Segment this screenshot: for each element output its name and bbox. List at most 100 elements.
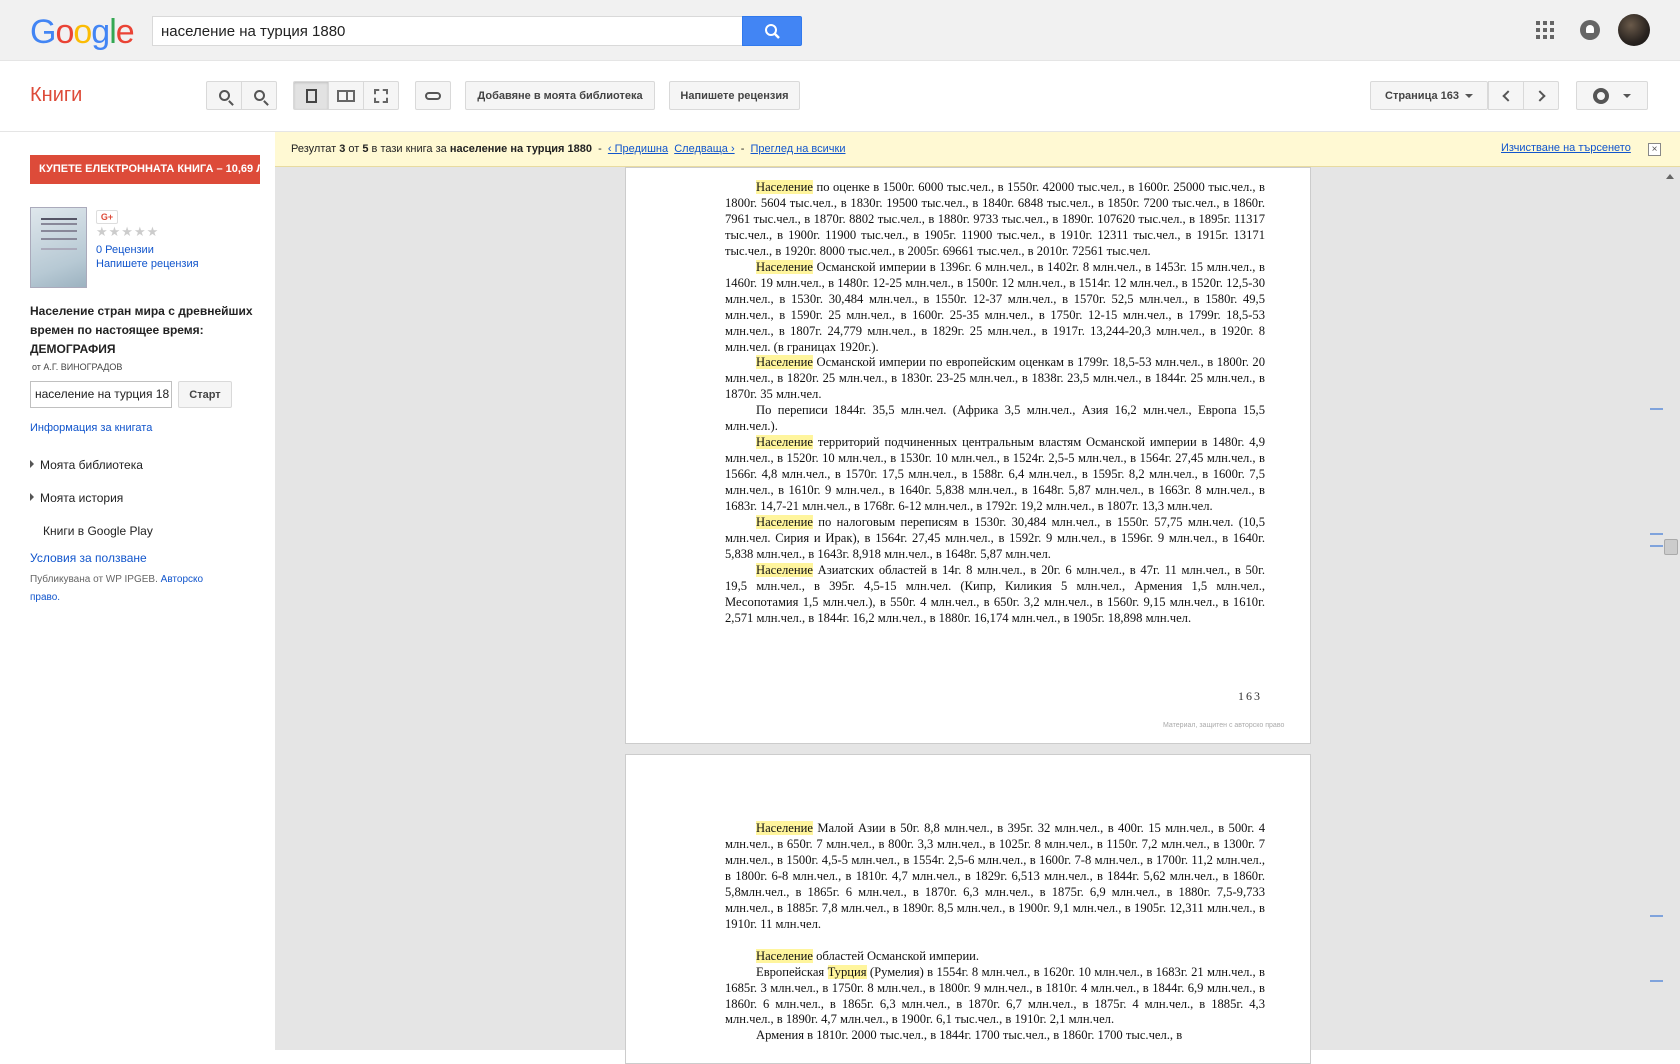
single-page-view-button[interactable] <box>293 81 329 110</box>
paragraph-text: Европейская <box>756 964 828 979</box>
book-page: Население Малой Азии в 50г. 8,8 млн.чел.… <box>625 754 1311 1064</box>
page-text: Население Малой Азии в 50г. 8,8 млн.чел.… <box>725 821 1265 1044</box>
search-highlight: Население <box>756 435 813 450</box>
result-marker[interactable] <box>1650 545 1663 547</box>
paragraph: Население областей Османской империи. <box>725 948 1265 965</box>
page-text: Население по оценке в 1500г. 6000 тыс.че… <box>725 180 1265 627</box>
result-marker[interactable] <box>1650 408 1663 410</box>
zoom-out-icon <box>253 90 265 101</box>
book-author: от А.Г. ВИНОГРАДОВ <box>32 362 123 372</box>
search-result-bar: Резултат 3 от 5 в тази книга за населени… <box>275 132 1680 167</box>
logo-letter: o <box>73 13 92 51</box>
terms-link[interactable]: Условия за ползване <box>30 551 147 565</box>
my-library-item[interactable]: Моята библиотека <box>30 458 143 472</box>
search-icon <box>765 24 780 39</box>
zoom-in-icon <box>218 90 230 101</box>
write-review-button[interactable]: Напишете рецензия <box>669 81 800 110</box>
paragraph: Население Малой Азии в 50г. 8,8 млн.чел.… <box>725 821 1265 933</box>
my-history-item[interactable]: Моята история <box>30 491 123 505</box>
my-library-label: Моята библиотека <box>40 458 143 472</box>
publisher-info: Публикувана от WP IPGEB. Авторско право. <box>30 571 230 607</box>
avatar[interactable] <box>1618 14 1650 46</box>
page-number: 163 <box>1238 689 1262 703</box>
zoom-in-button[interactable] <box>206 81 242 110</box>
paragraph: Население Османской империи по европейск… <box>725 355 1265 403</box>
scroll-up-arrow-icon[interactable] <box>1666 174 1674 179</box>
clear-search-link[interactable]: Изчистване на търсенето <box>1501 142 1631 154</box>
search-input[interactable]: население на турция 1880 <box>152 16 743 46</box>
paragraph-text: областей Османской империи. <box>812 948 980 963</box>
page-selector[interactable]: Страница 163 <box>1370 81 1488 110</box>
logo-letter: G <box>30 13 56 51</box>
in-book-search-input[interactable]: население на турция 18 <box>30 381 172 408</box>
result-marker[interactable] <box>1650 915 1663 917</box>
next-page-button[interactable] <box>1523 81 1559 110</box>
gear-icon <box>1593 87 1609 104</box>
separator: - <box>592 143 608 155</box>
book-cover[interactable] <box>30 207 87 288</box>
start-search-button[interactable]: Старт <box>178 381 232 408</box>
google-logo[interactable]: Google <box>30 13 135 51</box>
search-highlight: Население <box>756 948 813 963</box>
result-query: население на турция 1880 <box>449 143 592 155</box>
search-highlight: Население <box>756 180 813 194</box>
fullscreen-button[interactable] <box>363 81 399 110</box>
search-highlight: Население <box>756 355 813 370</box>
apps-icon[interactable] <box>1536 21 1554 39</box>
books-title[interactable]: Книги <box>30 84 82 107</box>
previous-result-link[interactable]: ‹ Предишна <box>608 143 668 155</box>
paragraph: Население по налоговым переписям в 1530г… <box>725 515 1265 563</box>
notifications-icon[interactable] <box>1580 20 1600 40</box>
viewer-scrollbar[interactable] <box>1648 168 1680 1050</box>
fullscreen-icon <box>374 88 388 103</box>
logo-letter: o <box>55 13 74 51</box>
chevron-right-icon <box>1533 89 1546 102</box>
book-title: Население стран мира с древнейших времен… <box>30 304 253 356</box>
search-highlight: Население <box>756 259 813 274</box>
left-sidebar: КУПЕТЕ ЕЛЕКТРОННАТА КНИГА – 10,69 ЛВ G+ … <box>0 132 275 1050</box>
logo-letter: e <box>115 13 135 51</box>
next-result-link[interactable]: Следваща › <box>674 143 734 155</box>
paragraph: Население территорий подчиненных централ… <box>725 435 1265 515</box>
result-prefix: Резултат <box>291 143 340 155</box>
previous-page-button[interactable] <box>1488 81 1524 110</box>
gplus-button[interactable]: G+ <box>96 210 118 224</box>
close-icon[interactable]: × <box>1648 143 1661 156</box>
search-highlight: Население <box>756 562 813 577</box>
expand-triangle-icon <box>30 460 34 468</box>
zoom-out-button[interactable] <box>241 81 277 110</box>
expand-triangle-icon <box>30 493 34 501</box>
settings-button[interactable] <box>1576 81 1648 110</box>
chevron-down-icon <box>1623 93 1631 98</box>
search-highlight: Население <box>756 515 813 530</box>
write-review-link[interactable]: Напишете рецензия <box>96 258 199 270</box>
paragraph: Население Османской империи в 1396г. 6 м… <box>725 259 1265 356</box>
google-play-books-link[interactable]: Книги в Google Play <box>43 524 153 538</box>
result-marker[interactable] <box>1650 533 1663 535</box>
buy-ebook-button[interactable]: КУПЕТЕ ЕЛЕКТРОННАТА КНИГА – 10,69 ЛВ <box>30 155 260 184</box>
result-of: от <box>345 143 363 155</box>
search-button[interactable] <box>742 16 802 46</box>
paragraph-text: Малой Азии в 50г. 8,8 млн.чел., в 395г. … <box>725 821 1265 931</box>
link-button[interactable] <box>415 81 451 110</box>
chevron-down-icon <box>1465 93 1473 98</box>
page-selector-label: Страница 163 <box>1385 89 1459 102</box>
two-page-icon <box>337 89 355 102</box>
books-toolbar: Книги Добавяне в моята библиотека Напише… <box>0 61 1680 132</box>
search-highlight: Турция <box>827 964 867 979</box>
search-highlight: Население <box>756 821 813 835</box>
result-in-book: в тази книга за <box>368 143 450 155</box>
view-all-results-link[interactable]: Преглед на всички <box>751 143 846 155</box>
paragraph: Население Азиатских областей в 14г. 8 мл… <box>725 562 1265 627</box>
scroll-thumb[interactable] <box>1664 539 1678 555</box>
copyright-notice: Материал, защитен с авторско право <box>1163 722 1285 729</box>
my-history-label: Моята история <box>40 491 124 505</box>
add-to-library-button[interactable]: Добавяне в моята библиотека <box>465 81 655 110</box>
paragraph: Европейская Турция (Румелия) в 1554г. 8 … <box>725 964 1265 1029</box>
two-page-view-button[interactable] <box>328 81 364 110</box>
reviews-link[interactable]: 0 Рецензии <box>96 244 154 256</box>
separator: - <box>734 143 751 155</box>
paragraph: Армения в 1810г. 2000 тыс.чел., в 1844г.… <box>756 1028 1183 1043</box>
result-marker[interactable] <box>1650 980 1663 982</box>
book-info-link[interactable]: Информация за книгата <box>30 422 152 434</box>
